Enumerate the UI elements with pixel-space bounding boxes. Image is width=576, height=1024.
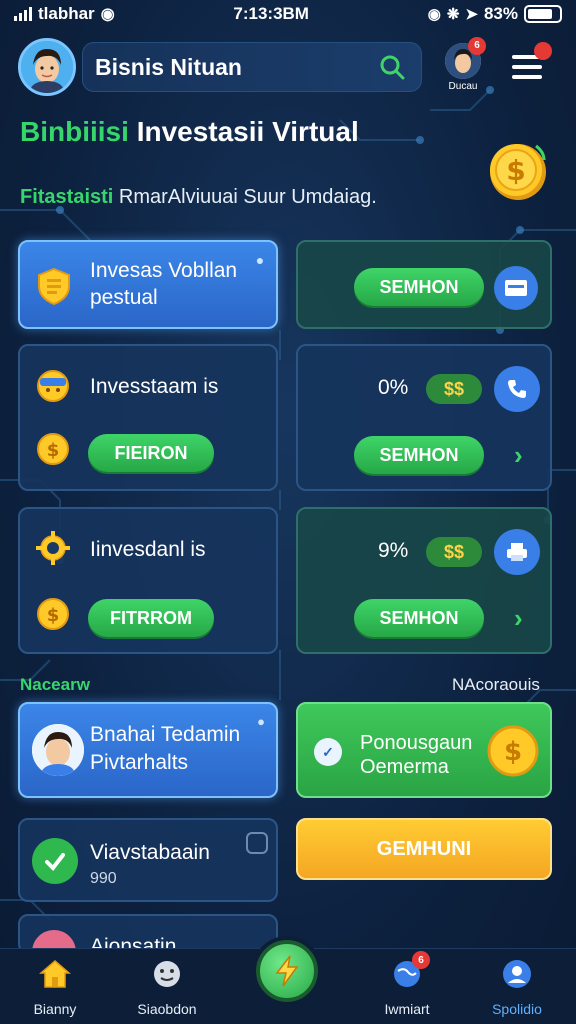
check-card-value: 990 (90, 870, 117, 887)
check-card[interactable]: Viavstabaain 990 (18, 818, 278, 902)
face-icon (150, 957, 184, 991)
person-avatar-icon (32, 724, 84, 776)
dollar-coin-icon: $ (36, 597, 70, 631)
carrier-name: tlabhar (38, 4, 95, 23)
app-header: Bisnis Nituan Ducau 6 (18, 36, 563, 98)
investment-title-2: Iinvesdanl is (90, 538, 206, 561)
nav-label-profile: Spolidio (492, 1001, 542, 1017)
investment-stats-card-2: 9% $$ SEMHON › (296, 507, 552, 654)
fitrrom-button[interactable]: FITRROM (88, 599, 214, 637)
gemhuni-button-label: GEMHUNI (376, 837, 472, 860)
settings-status-icon: ❋ (446, 6, 460, 23)
green-card-line1: Ponousgaun (360, 732, 473, 754)
check-circle-icon: ✓ (314, 738, 342, 766)
nav-label-market: Iwmiart (384, 1001, 430, 1017)
wallet-icon[interactable] (494, 266, 538, 310)
share-icon[interactable] (246, 832, 268, 854)
signal-icon (14, 7, 32, 21)
chevron-right-icon[interactable]: › (514, 440, 523, 471)
semhon-button-1[interactable]: SEMHON (354, 268, 484, 306)
profile-card[interactable]: Bnahai Tedamin Pivtarhalts ● (18, 702, 278, 798)
nav-item-market[interactable]: 6 Iwmiart (357, 951, 457, 1017)
chevron-right-icon[interactable]: › (514, 603, 523, 634)
user-icon (500, 957, 534, 991)
nav-item-station[interactable]: Siaobdon (117, 957, 217, 1017)
location-icon: ➤ (465, 6, 478, 23)
dollar-badge-2: $$ (426, 537, 482, 567)
market-badge: 6 (412, 951, 430, 969)
gemhuni-button[interactable]: GEMHUNI (296, 818, 552, 880)
clock: 7:13:3BM (233, 4, 309, 23)
investment-title-1: Invesstaam is (90, 375, 219, 398)
wifi-icon: ◉ (100, 6, 115, 23)
app-title: Bisnis Nituan (95, 53, 242, 80)
page-title: Binbiiisi Investasii Virtual (20, 116, 359, 148)
alarm-icon: ◉ (427, 6, 441, 23)
svg-text:$: $ (47, 440, 60, 461)
section-label-right[interactable]: NAcoraouis (452, 675, 540, 695)
profile-card-line2: Pivtarhalts (90, 751, 189, 774)
coin-icon: $ (486, 724, 540, 778)
person-avatar-icon (21, 41, 73, 93)
search-bar[interactable]: Bisnis Nituan (82, 42, 422, 92)
promo-text-line1: Invesas Vobllan (90, 259, 238, 282)
status-bar: tlabhar ◉ 7:13:3BM ◉ ❋ ➤ 83% (0, 0, 576, 28)
svg-text:$: $ (504, 737, 522, 767)
menu-badge (534, 42, 552, 60)
header-profile[interactable]: Ducau 6 (440, 36, 486, 92)
top-right-card: SEMHON (296, 240, 552, 329)
menu-icon[interactable] (512, 42, 552, 84)
search-icon[interactable] (377, 52, 407, 82)
dollar-badge-1: $$ (426, 374, 482, 404)
investment-card-1: Invesstaam is $ FIEIRON (18, 344, 278, 491)
dollar-coin-icon: $ (36, 432, 70, 466)
investment-card-2: Iinvesdanl is $ FITRROM (18, 507, 278, 654)
svg-text:$: $ (47, 605, 60, 626)
phone-icon[interactable] (494, 366, 540, 412)
battery-percent: 83% (483, 4, 518, 23)
profile-badge: 6 (468, 36, 486, 55)
svg-text:$: $ (506, 154, 525, 187)
avatar[interactable] (18, 38, 76, 96)
check-card-title: Viavstabaain (90, 841, 210, 864)
green-card[interactable]: ✓ Ponousgaun Oemerma $ (296, 702, 552, 798)
green-card-line2: Oemerma (360, 756, 449, 778)
info-icon[interactable]: ● (252, 252, 268, 268)
shield-icon (34, 266, 74, 306)
nav-label-station: Siaobdon (137, 1001, 197, 1017)
helmet-icon (34, 366, 72, 404)
lightning-icon (275, 955, 299, 987)
gear-icon (34, 529, 72, 567)
page-subtitle: Fitastaisti RmarAlviuuai Suur Umdaiag. (20, 186, 377, 209)
page-subtitle-white: RmarAlviuuai Suur Umdaiag. (118, 186, 377, 208)
printer-icon[interactable] (494, 529, 540, 575)
nav-item-home[interactable]: Bianny (5, 957, 105, 1017)
page-subtitle-green: Fitastaisti (20, 186, 114, 208)
checkmark-icon (32, 838, 78, 884)
semhon-button-2[interactable]: SEMHON (354, 436, 484, 474)
coin-icon: $ (484, 138, 548, 202)
semhon-button-3[interactable]: SEMHON (354, 599, 484, 637)
globe-icon: 6 (390, 951, 430, 991)
return-percent-2: 9% (378, 539, 409, 562)
page-title-white: Investasii Virtual (136, 116, 359, 147)
promo-text-line2: pestual (90, 286, 158, 309)
home-icon (38, 957, 72, 991)
section-label-left: Nacearw (20, 675, 90, 694)
info-icon[interactable]: ● (254, 714, 268, 729)
fieiron-button[interactable]: FIEIRON (88, 434, 214, 472)
promo-card[interactable]: Invesas Vobllan pestual ● (18, 240, 278, 329)
profile-card-line1: Bnahai Tedamin (90, 723, 241, 746)
battery-icon (524, 5, 562, 23)
lightning-fab-button[interactable] (256, 940, 318, 1002)
page-title-green: Binbiiisi (20, 116, 129, 147)
nav-item-profile[interactable]: Spolidio (467, 957, 567, 1017)
investment-stats-card-1: 0% $$ SEMHON › (296, 344, 552, 491)
nav-label-home: Bianny (33, 1001, 77, 1017)
profile-name: Ducau (448, 80, 478, 92)
return-percent-1: 0% (378, 376, 409, 399)
